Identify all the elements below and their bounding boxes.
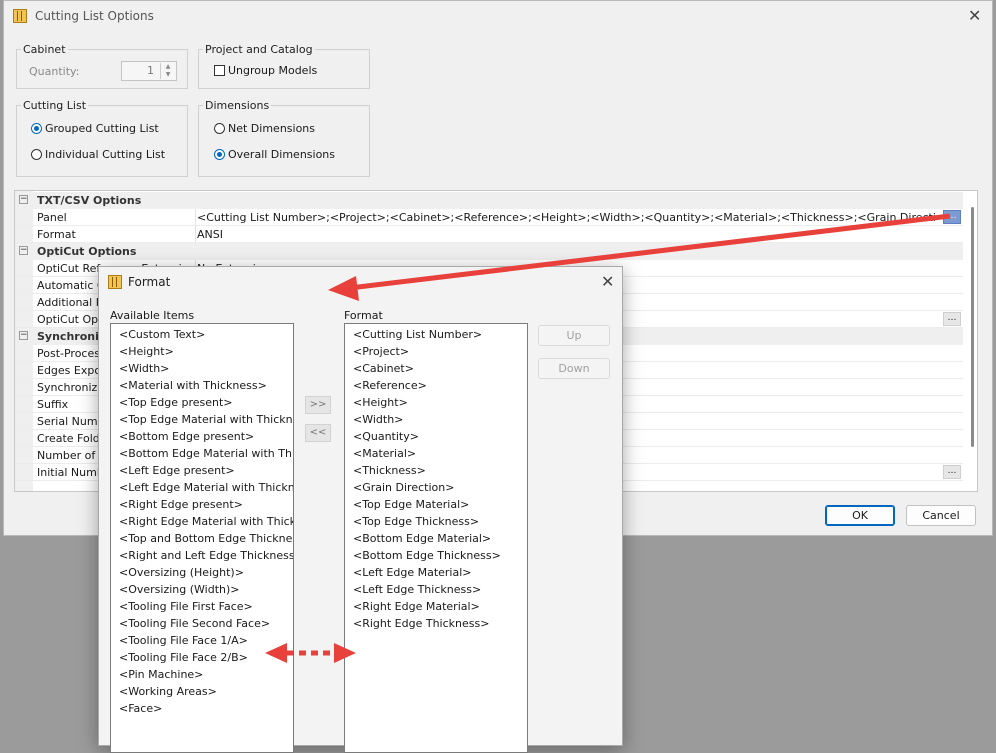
dashed-arrow-left-head xyxy=(265,643,287,663)
annotation-overlay xyxy=(265,213,951,663)
annotation-arrow-line xyxy=(349,213,951,291)
annotation-arrowhead xyxy=(328,276,359,301)
dashed-arrow-right-head xyxy=(334,643,356,663)
